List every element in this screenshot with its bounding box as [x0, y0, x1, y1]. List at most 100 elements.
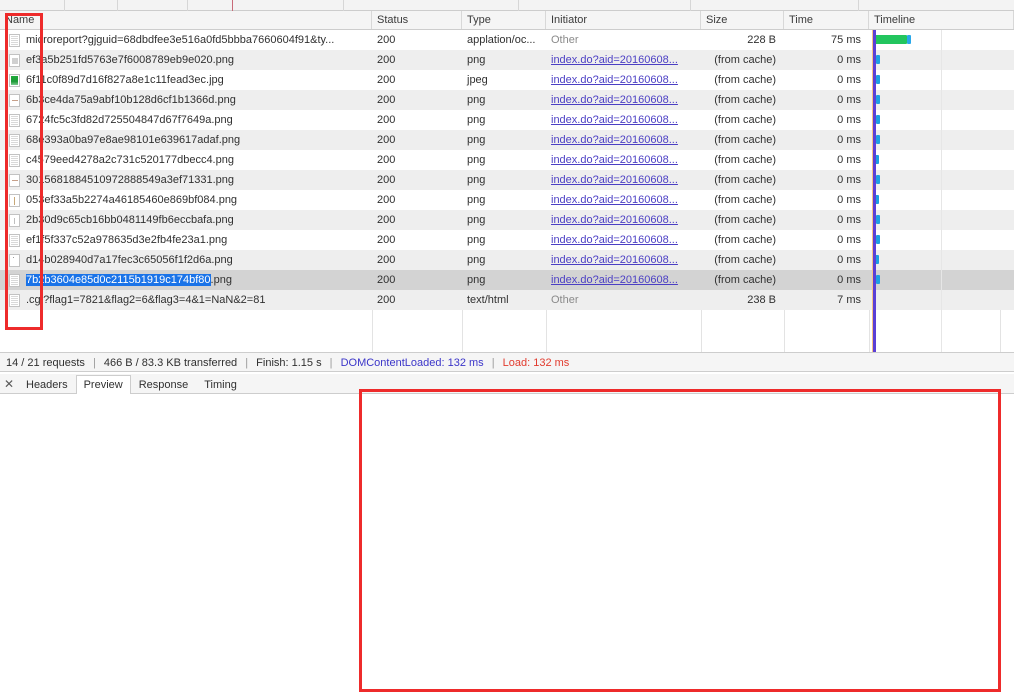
table-row[interactable]: ef3a5b251fd5763e7f6008789eb9e020.png200p… [0, 50, 1014, 70]
column-header-size[interactable]: Size [701, 11, 784, 29]
initiator-link[interactable]: index.do?aid=20160608... [551, 254, 678, 266]
cell-name[interactable]: 6b3ce4da75a9abf10b128d6cf1b1366d.png [0, 90, 372, 110]
column-header-status[interactable]: Status [372, 11, 462, 29]
cell-status: 200 [372, 270, 462, 290]
cell-size: (from cache) [701, 170, 784, 190]
request-name-text: d14b028940d7a17fec3c65056f1f2d6a.png [26, 254, 233, 266]
cell-time: 0 ms [784, 210, 869, 230]
table-row[interactable]: 6724fc5c3fd82d725504847d67f7649a.png200p… [0, 110, 1014, 130]
summary-transferred: 466 B / 83.3 KB transferred [104, 357, 237, 369]
tab-preview[interactable]: Preview [76, 375, 131, 395]
initiator-link[interactable]: index.do?aid=20160608... [551, 234, 678, 246]
cell-name[interactable]: 68e393a0ba97e8ae98101e639617adaf.png [0, 130, 372, 150]
tab-headers[interactable]: Headers [18, 375, 76, 395]
cell-status: 200 [372, 230, 462, 250]
summary-requests: 14 / 21 requests [6, 357, 85, 369]
request-name-text: .cgi?flag1=7821&flag2=6&flag3=4&1=NaN&2=… [26, 294, 265, 306]
tab-response[interactable]: Response [131, 375, 197, 395]
cell-size: (from cache) [701, 70, 784, 90]
request-name-text: 053ef33a5b2274a46185460e869bf084.png [26, 194, 237, 206]
initiator-link[interactable]: index.do?aid=20160608... [551, 134, 678, 146]
toolbar-divider [187, 0, 188, 11]
cell-name[interactable]: .cgi?flag1=7821&flag2=6&flag3=4&1=NaN&2=… [0, 290, 372, 310]
table-row[interactable]: ef1f5f337c52a978635d3e2fb4fe23a1.png200p… [0, 230, 1014, 250]
cell-size: 228 B [701, 30, 784, 50]
initiator-link[interactable]: index.do?aid=20160608... [551, 274, 678, 286]
cell-size: (from cache) [701, 90, 784, 110]
cell-time: 0 ms [784, 50, 869, 70]
table-row[interactable]: c4579eed4278a2c731c520177dbecc4.png200pn… [0, 150, 1014, 170]
initiator-link[interactable]: index.do?aid=20160608... [551, 74, 678, 86]
cell-name[interactable]: 3015681884510972888549a3ef71331.png [0, 170, 372, 190]
cell-type: png [462, 150, 546, 170]
column-header-timeline[interactable]: Timeline [869, 11, 1014, 29]
table-row[interactable]: 2b30d9c65cb16bb0481149fb6eccbafa.png200p… [0, 210, 1014, 230]
request-name-text: 6f11c0f89d7d16f827a8e1c11fead3ec.jpg [26, 74, 224, 86]
cell-name[interactable]: microreport?gjguid=68dbdfee3e516a0fd5bbb… [0, 30, 372, 50]
initiator-link[interactable]: index.do?aid=20160608... [551, 54, 678, 66]
cell-initiator: index.do?aid=20160608... [546, 50, 701, 70]
table-row[interactable]: 7b2b3604e85d0c2115b1919c174bf80.png200pn… [0, 270, 1014, 290]
cell-time: 7 ms [784, 290, 869, 310]
cell-name[interactable]: 053ef33a5b2274a46185460e869bf084.png [0, 190, 372, 210]
cell-time: 0 ms [784, 110, 869, 130]
detail-tab-bar: ✕HeadersPreviewResponseTiming [0, 374, 1014, 394]
column-header-type[interactable]: Type [462, 11, 546, 29]
initiator-link[interactable]: index.do?aid=20160608... [551, 174, 678, 186]
request-name-text: 7b2b3604e85d0c2115b1919c174bf80 [26, 274, 211, 286]
summary-separator: | [88, 357, 101, 369]
toolbar-strip [0, 0, 1014, 11]
toolbar-divider [117, 0, 118, 11]
cell-initiator: Other [546, 30, 701, 50]
table-row[interactable]: .cgi?flag1=7821&flag2=6&flag3=4&1=NaN&2=… [0, 290, 1014, 310]
cell-type: applation/oc... [462, 30, 546, 50]
cell-time: 0 ms [784, 150, 869, 170]
summary-finish: Finish: 1.15 s [256, 357, 321, 369]
cell-status: 200 [372, 130, 462, 150]
cell-type: png [462, 250, 546, 270]
table-row[interactable]: 68e393a0ba97e8ae98101e639617adaf.png200p… [0, 130, 1014, 150]
summary-separator: | [325, 357, 338, 369]
table-body[interactable]: microreport?gjguid=68dbdfee3e516a0fd5bbb… [0, 30, 1014, 352]
cell-status: 200 [372, 110, 462, 130]
table-row[interactable]: 6f11c0f89d7d16f827a8e1c11fead3ec.jpg200j… [0, 70, 1014, 90]
table-row[interactable]: 053ef33a5b2274a46185460e869bf084.png200p… [0, 190, 1014, 210]
cell-size: (from cache) [701, 230, 784, 250]
cell-name[interactable]: 2b30d9c65cb16bb0481149fb6eccbafa.png [0, 210, 372, 230]
cell-size: (from cache) [701, 270, 784, 290]
cell-name[interactable]: c4579eed4278a2c731c520177dbecc4.png [0, 150, 372, 170]
devtools-network-panel: NameStatusTypeInitiatorSizeTimeTimeline … [0, 0, 1014, 697]
table-row[interactable]: 6b3ce4da75a9abf10b128d6cf1b1366d.png200p… [0, 90, 1014, 110]
tab-timing[interactable]: Timing [196, 375, 245, 395]
initiator-link[interactable]: index.do?aid=20160608... [551, 114, 678, 126]
initiator-link[interactable]: index.do?aid=20160608... [551, 214, 678, 226]
cell-type: jpeg [462, 70, 546, 90]
initiator-link[interactable]: index.do?aid=20160608... [551, 194, 678, 206]
initiator-link[interactable]: index.do?aid=20160608... [551, 94, 678, 106]
cell-status: 200 [372, 190, 462, 210]
initiator-link[interactable]: index.do?aid=20160608... [551, 154, 678, 166]
cell-status: 200 [372, 50, 462, 70]
cell-name[interactable]: 7b2b3604e85d0c2115b1919c174bf80.png [0, 270, 372, 290]
cell-name[interactable]: ef1f5f337c52a978635d3e2fb4fe23a1.png [0, 230, 372, 250]
table-row[interactable]: 3015681884510972888549a3ef71331.png200pn… [0, 170, 1014, 190]
cell-initiator: index.do?aid=20160608... [546, 110, 701, 130]
cell-status: 200 [372, 210, 462, 230]
column-header-time[interactable]: Time [784, 11, 869, 29]
column-header-initiator[interactable]: Initiator [546, 11, 701, 29]
cell-name[interactable]: ef3a5b251fd5763e7f6008789eb9e020.png [0, 50, 372, 70]
cell-status: 200 [372, 90, 462, 110]
cell-name[interactable]: d14b028940d7a17fec3c65056f1f2d6a.png [0, 250, 372, 270]
column-header-name[interactable]: Name [0, 11, 372, 29]
cell-name[interactable]: 6724fc5c3fd82d725504847d67f7649a.png [0, 110, 372, 130]
cell-size: (from cache) [701, 130, 784, 150]
close-icon[interactable]: ✕ [0, 374, 18, 394]
table-row[interactable]: d14b028940d7a17fec3c65056f1f2d6a.png200p… [0, 250, 1014, 270]
cell-size: (from cache) [701, 110, 784, 130]
summary-separator: | [487, 357, 500, 369]
cell-name[interactable]: 6f11c0f89d7d16f827a8e1c11fead3ec.jpg [0, 70, 372, 90]
request-name-text: 6b3ce4da75a9abf10b128d6cf1b1366d.png [26, 94, 236, 106]
cell-size: (from cache) [701, 190, 784, 210]
cell-time: 0 ms [784, 250, 869, 270]
table-row[interactable]: microreport?gjguid=68dbdfee3e516a0fd5bbb… [0, 30, 1014, 50]
